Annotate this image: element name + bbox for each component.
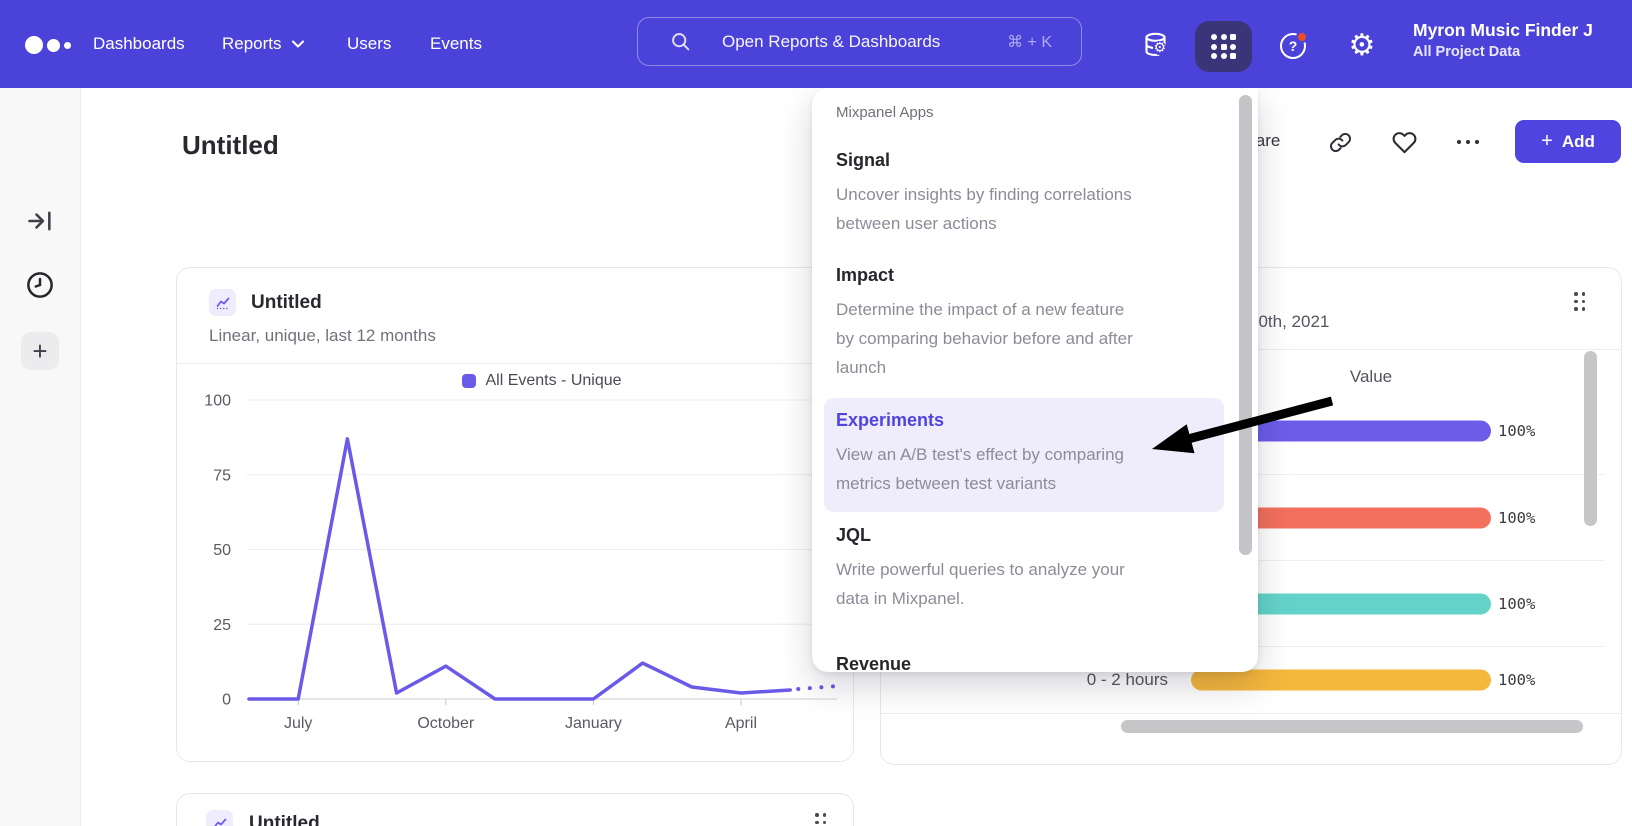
- table-card-date: 30th, 2021: [1249, 312, 1329, 332]
- table-vertical-scrollbar[interactable]: [1584, 351, 1597, 526]
- copy-link-button[interactable]: [1322, 124, 1358, 160]
- legend-swatch: [462, 374, 476, 388]
- add-button[interactable]: + Add: [1515, 120, 1621, 163]
- nav-item-users[interactable]: Users: [347, 0, 391, 88]
- menu-scrollbar[interactable]: [1239, 95, 1252, 555]
- drag-handle-icon[interactable]: [1574, 292, 1585, 311]
- ellipsis-icon: [1457, 140, 1480, 145]
- mixpanel-logo[interactable]: [25, 36, 71, 54]
- nav-item-reports[interactable]: Reports: [222, 0, 304, 88]
- help-icon: ?: [1280, 33, 1306, 59]
- menu-item-experiments[interactable]: Experiments: [836, 410, 944, 431]
- top-navbar: Dashboards Reports Users Events Open Rep…: [0, 0, 1632, 88]
- menu-item-jql[interactable]: JQL: [836, 525, 871, 546]
- bottom-card-title: Untitled: [249, 813, 320, 826]
- database-gear-icon: ⚙: [1142, 31, 1172, 61]
- row-percent: 100%: [1498, 509, 1535, 527]
- table-column-header: Value: [1311, 367, 1431, 387]
- settings-button[interactable]: ⚙: [1336, 20, 1388, 72]
- menu-item-revenue[interactable]: Revenue: [836, 654, 911, 672]
- svg-text:50: 50: [213, 542, 231, 559]
- recent-items-button[interactable]: [23, 268, 57, 302]
- line-chart-card-icon: [209, 289, 236, 316]
- menu-item-description: View an A/B test's effect by comparingme…: [836, 440, 1216, 498]
- svg-text:25: 25: [213, 617, 231, 634]
- svg-text:0: 0: [222, 692, 231, 709]
- app-window: Untitled Linear, unique, last 12 months …: [0, 0, 1632, 826]
- svg-text:April: April: [725, 715, 757, 732]
- table-horizontal-scrollbar[interactable]: [1121, 720, 1583, 733]
- data-management-button[interactable]: ⚙: [1131, 20, 1183, 72]
- chevron-down-icon: [292, 40, 304, 48]
- heart-icon: [1392, 130, 1417, 155]
- nav-item-dashboards[interactable]: Dashboards: [93, 0, 185, 88]
- svg-text:75: 75: [213, 467, 231, 484]
- line-chart-svg[interactable]: 0 25 50 75 100 July October January April: [177, 388, 853, 748]
- menu-item-signal[interactable]: Signal: [836, 150, 890, 171]
- favorite-button[interactable]: [1386, 124, 1422, 160]
- user-name: Myron Music Finder J: [1413, 20, 1632, 41]
- expand-sidebar-button[interactable]: [23, 204, 57, 238]
- help-button[interactable]: ?: [1267, 20, 1319, 72]
- search-placeholder: Open Reports & Dashboards: [722, 32, 940, 52]
- apps-grid-icon: [1211, 34, 1236, 59]
- search-shortcut: ⌘ + K: [1007, 32, 1052, 52]
- notification-dot: [1296, 31, 1308, 43]
- project-name: All Project Data: [1413, 44, 1632, 60]
- dashboard-card-bottom: Untitled: [176, 793, 854, 826]
- apps-grid-button[interactable]: [1195, 21, 1252, 72]
- arrow-to-bar-icon: [26, 207, 54, 235]
- chart-card-title: Untitled: [251, 292, 322, 314]
- link-icon: [1329, 131, 1352, 154]
- left-sidebar: +: [0, 88, 81, 826]
- card-divider: [177, 363, 853, 364]
- plus-icon: +: [1541, 130, 1553, 153]
- line-chart-card-icon: [206, 810, 233, 826]
- user-menu[interactable]: Myron Music Finder J All Project Data: [1413, 20, 1632, 60]
- value-bar: [1191, 670, 1491, 691]
- page-title: Untitled: [182, 130, 279, 161]
- menu-item-description: Uncover insights by finding correlations…: [836, 180, 1216, 238]
- menu-item-description: Write powerful queries to analyze yourda…: [836, 555, 1216, 613]
- svg-text:January: January: [565, 715, 622, 732]
- svg-text:100: 100: [204, 393, 231, 410]
- global-search-input[interactable]: Open Reports & Dashboards ⌘ + K: [637, 17, 1082, 66]
- clock-icon: [25, 270, 55, 300]
- chart-card-subtitle: Linear, unique, last 12 months: [209, 326, 436, 346]
- menu-item-description: Determine the impact of a new featureby …: [836, 295, 1216, 382]
- plus-icon: +: [32, 336, 47, 367]
- more-options-button[interactable]: [1450, 124, 1486, 160]
- row-percent: 100%: [1498, 671, 1535, 689]
- row-percent: 100%: [1498, 595, 1535, 613]
- nav-item-events[interactable]: Events: [430, 0, 482, 88]
- create-new-button[interactable]: +: [21, 332, 59, 370]
- svg-text:July: July: [284, 715, 312, 732]
- drag-handle-icon[interactable]: [815, 813, 826, 826]
- table-bottom-divider: [881, 713, 1621, 714]
- row-percent: 100%: [1498, 422, 1535, 440]
- menu-item-impact[interactable]: Impact: [836, 265, 894, 286]
- apps-menu-title: Mixpanel Apps: [836, 104, 934, 121]
- search-icon: [670, 31, 691, 52]
- dashboard-card-line-chart: Untitled Linear, unique, last 12 months …: [176, 267, 854, 762]
- mixpanel-apps-menu: Mixpanel Apps Signal Uncover insights by…: [812, 88, 1258, 672]
- gear-icon: ⚙: [1349, 31, 1376, 61]
- svg-text:October: October: [417, 715, 475, 732]
